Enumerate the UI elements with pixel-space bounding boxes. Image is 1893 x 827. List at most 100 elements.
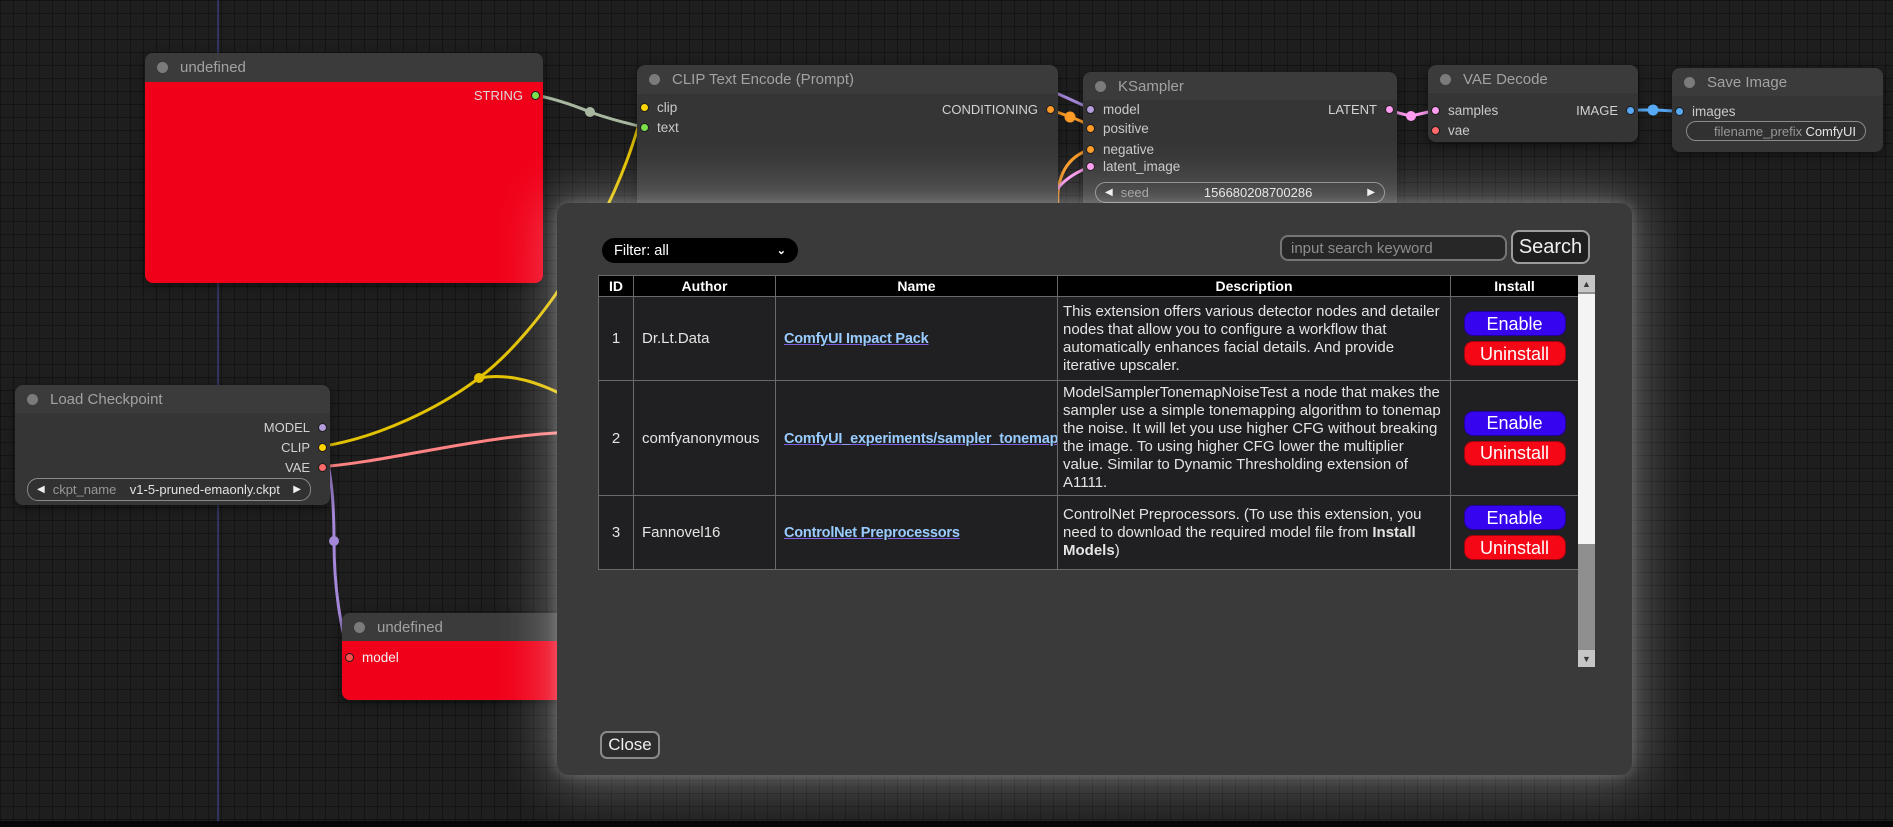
model-input-dot-icon[interactable] [345, 653, 354, 662]
node-title: KSampler [1118, 78, 1184, 95]
node-status-dot [27, 394, 38, 405]
node-undefined-top[interactable]: undefined STRING [145, 53, 543, 283]
scroll-down-icon[interactable]: ▼ [1578, 650, 1595, 667]
enable-button[interactable]: Enable [1464, 411, 1566, 436]
vae-input-dot-icon[interactable] [1431, 126, 1440, 135]
row-description: This extension offers various detector n… [1058, 297, 1451, 381]
clip-output-dot-icon[interactable] [318, 443, 327, 452]
filter-select[interactable]: Filter: all ⌄ [602, 238, 798, 263]
uninstall-button[interactable]: Uninstall [1464, 341, 1566, 366]
row-description: ModelSamplerTonemapNoiseTest a node that… [1058, 381, 1451, 496]
row-author: Dr.Lt.Data [634, 297, 776, 381]
link-image-dot[interactable] [1648, 105, 1659, 116]
input-negative-port[interactable]: negative [1086, 142, 1154, 156]
output-vae-port[interactable]: VAE [285, 460, 327, 474]
input-images-port[interactable]: images [1675, 104, 1736, 118]
latent-input-label: latent_image [1103, 159, 1180, 174]
model-input-dot-icon[interactable] [1086, 105, 1095, 114]
table-header-row: ID Author Name Description Install [599, 276, 1579, 297]
input-vae-port[interactable]: vae [1431, 123, 1470, 137]
node-body: samples vae IMAGE [1428, 93, 1638, 142]
output-string-port[interactable]: STRING [474, 88, 540, 102]
input-samples-port[interactable]: samples [1431, 103, 1498, 117]
node-header[interactable]: Load Checkpoint [15, 385, 330, 413]
positive-input-label: positive [1103, 121, 1149, 136]
scroll-up-icon[interactable]: ▲ [1578, 275, 1595, 292]
ckpt-prev-icon[interactable]: ◀ [37, 485, 45, 495]
image-output-label: IMAGE [1576, 103, 1618, 118]
clip-input-dot-icon[interactable] [640, 103, 649, 112]
scrollbar-thumb[interactable] [1578, 294, 1595, 544]
string-output-dot-icon[interactable] [531, 91, 540, 100]
latent-input-dot-icon[interactable] [1086, 162, 1095, 171]
output-clip-port[interactable]: CLIP [281, 440, 327, 454]
extension-link[interactable]: ComfyUI Impact Pack [784, 331, 928, 347]
link-conditioning-dot[interactable] [1065, 112, 1076, 123]
search-button[interactable]: Search [1511, 230, 1590, 264]
images-input-dot-icon[interactable] [1675, 107, 1684, 116]
link-clip-1 [318, 378, 479, 447]
extension-link[interactable]: ComfyUI_experiments/sampler_tonemap [784, 431, 1058, 447]
uninstall-button[interactable]: Uninstall [1464, 441, 1566, 466]
input-positive-port[interactable]: positive [1086, 121, 1149, 135]
node-header[interactable]: CLIP Text Encode (Prompt) [637, 65, 1058, 94]
ckpt-name-label: ckpt_name [53, 482, 117, 497]
enable-button[interactable]: Enable [1464, 311, 1566, 336]
uninstall-button[interactable]: Uninstall [1464, 535, 1566, 560]
input-clip-port[interactable]: clip [640, 100, 677, 114]
enable-button[interactable]: Enable [1464, 505, 1566, 530]
input-model-port[interactable]: model [345, 650, 399, 664]
model-input-label: model [362, 650, 399, 665]
input-model-port[interactable]: model [1086, 102, 1140, 116]
image-output-dot-icon[interactable] [1626, 106, 1635, 115]
ckpt-name-widget[interactable]: ◀ ckpt_name v1-5-pruned-emaonly.ckpt ▶ [27, 478, 311, 501]
node-load-checkpoint[interactable]: Load Checkpoint MODEL CLIP VAE ◀ ckpt_na… [15, 385, 330, 505]
link-clip-dot[interactable] [474, 373, 484, 383]
node-status-dot [157, 62, 168, 73]
seed-label: seed [1121, 185, 1149, 200]
link-model-dot[interactable] [329, 536, 339, 546]
table-scrollbar[interactable]: ▲ ▼ [1578, 275, 1595, 667]
output-conditioning-port[interactable]: CONDITIONING [942, 102, 1055, 116]
ckpt-next-icon[interactable]: ▶ [293, 485, 301, 495]
close-button[interactable]: Close [600, 731, 660, 759]
output-latent-port[interactable]: LATENT [1328, 102, 1394, 116]
seed-widget[interactable]: ◀ seed 156680208700286 ▶ [1095, 182, 1385, 203]
output-image-port[interactable]: IMAGE [1576, 103, 1635, 117]
output-model-port[interactable]: MODEL [264, 420, 327, 434]
node-header[interactable]: KSampler [1083, 72, 1397, 100]
model-output-dot-icon[interactable] [318, 423, 327, 432]
text-input-dot-icon[interactable] [640, 123, 649, 132]
conditioning-output-dot-icon[interactable] [1046, 105, 1055, 114]
input-latent-image-port[interactable]: latent_image [1086, 159, 1180, 173]
node-header[interactable]: Save Image [1672, 68, 1883, 96]
node-title: CLIP Text Encode (Prompt) [672, 71, 854, 88]
node-save-image[interactable]: Save Image images filename_prefix ComfyU… [1672, 68, 1883, 152]
link-string-dot[interactable] [585, 107, 595, 117]
node-header[interactable]: VAE Decode [1428, 65, 1638, 93]
vae-output-dot-icon[interactable] [318, 463, 327, 472]
vae-input-label: vae [1448, 123, 1470, 138]
row-author: comfyanonymous [634, 381, 776, 496]
row-id: 1 [599, 297, 634, 381]
node-vae-decode[interactable]: VAE Decode samples vae IMAGE [1428, 65, 1638, 142]
filename-prefix-widget[interactable]: filename_prefix ComfyUI [1686, 121, 1866, 141]
table-row: 3 Fannovel16 ControlNet Preprocessors Co… [599, 496, 1579, 570]
filter-select-value: Filter: all [614, 243, 669, 259]
input-text-port[interactable]: text [640, 120, 679, 134]
positive-input-dot-icon[interactable] [1086, 124, 1095, 133]
node-clip-text-encode[interactable]: CLIP Text Encode (Prompt) clip text COND… [637, 65, 1058, 215]
extension-link[interactable]: ControlNet Preprocessors [784, 525, 960, 541]
samples-input-dot-icon[interactable] [1431, 106, 1440, 115]
clip-output-label: CLIP [281, 440, 310, 455]
negative-input-dot-icon[interactable] [1086, 145, 1095, 154]
link-latent-dot[interactable] [1406, 111, 1416, 121]
header-install: Install [1451, 276, 1579, 297]
seed-decrement-icon[interactable]: ◀ [1105, 188, 1113, 198]
seed-increment-icon[interactable]: ▶ [1367, 188, 1375, 198]
latent-output-dot-icon[interactable] [1385, 105, 1394, 114]
node-header[interactable]: undefined [145, 53, 543, 82]
node-ksampler[interactable]: KSampler model positive negative latent_… [1083, 72, 1397, 212]
node-status-dot [354, 622, 365, 633]
search-input[interactable] [1280, 235, 1507, 261]
